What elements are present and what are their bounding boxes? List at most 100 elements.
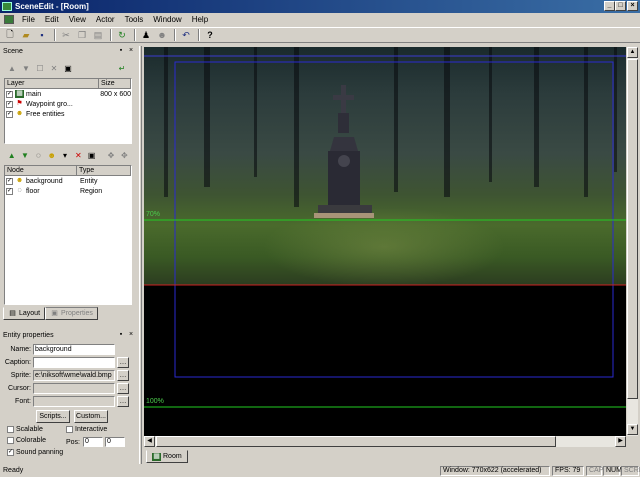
apply-icon[interactable]: ↵ [116,63,128,74]
transform-icon[interactable]: ✥ [105,150,116,161]
pos-x-field[interactable]: 0 [83,437,104,447]
move-up-icon[interactable]: ▲ [6,150,17,161]
sprite-field[interactable]: e:\niksoft\wme\wald.bmp [33,370,115,381]
colorable-option[interactable]: Colorable [7,437,46,444]
caption-field[interactable] [33,357,115,368]
menu-file[interactable]: File [17,13,40,26]
gravestone[interactable] [314,85,374,218]
menu-window[interactable]: Window [148,13,186,26]
tab-room[interactable]: ▦ Room [146,450,188,463]
size-column-header[interactable]: Size [99,79,131,88]
interactive-checkbox[interactable] [66,426,73,433]
scroll-left-button[interactable]: ◀ [144,436,155,447]
custom-button[interactable]: Custom... [74,410,108,423]
visibility-checkbox[interactable]: ✓ [6,110,13,118]
name-field[interactable]: background [33,344,115,355]
pos-label: Pos: [66,438,81,446]
font-field[interactable] [33,396,115,407]
layer-column-header[interactable]: Layer [5,79,99,88]
cursor-field[interactable] [33,383,115,394]
panel-splitter[interactable] [139,46,142,464]
scalable-option[interactable]: Scalable [7,426,43,433]
copy-icon[interactable]: ❐ [75,29,89,42]
toolbar-separator [134,29,136,41]
node-column-header[interactable]: Node [5,166,77,175]
horizontal-scrollbar[interactable]: ◀ ▶ [144,436,626,447]
menu-actor[interactable]: Actor [91,13,120,26]
open-folder-icon[interactable]: ▰ [19,29,33,42]
panel-pin-icon[interactable]: ▪ [117,47,125,55]
minimize-button[interactable]: _ [604,1,615,11]
dropdown-icon[interactable]: ▾ [59,150,70,161]
layer-name: Free entities [26,110,65,118]
layer-list[interactable]: Layer Size ✓ ▦ main 800 x 600 ✓ ⚑ Waypoint g… [4,78,132,144]
colorable-checkbox[interactable] [7,437,14,444]
font-browse-button[interactable]: … [117,396,129,407]
help-icon[interactable]: ? [203,29,217,42]
menu-tools[interactable]: Tools [120,13,149,26]
menu-help[interactable]: Help [187,13,213,26]
pos-y-field[interactable]: 0 [105,437,126,447]
save-icon[interactable]: ▪ [35,29,49,42]
add-layer-icon[interactable]: ☐ [34,63,46,74]
menu-edit[interactable]: Edit [40,13,64,26]
close-button[interactable]: × [627,1,638,11]
node-row[interactable]: ✓ ◌ floor Region [5,186,131,196]
layer-list-header: Layer Size [5,79,131,89]
layer-row[interactable]: ✓ ⚑ Waypoint gro... [5,99,131,109]
visibility-checkbox[interactable]: ✓ [6,100,13,108]
cursor-browse-button[interactable]: … [117,383,129,394]
sprite-browse-button[interactable]: … [117,370,129,381]
panel-pin-icon[interactable]: ▪ [117,331,125,339]
add-region-icon[interactable]: ◌ [33,150,44,161]
scalable-checkbox[interactable] [7,426,14,433]
node-row[interactable]: ✓ ☻ background Entity [5,176,131,186]
move-down-icon[interactable]: ▼ [20,63,32,74]
visibility-checkbox[interactable]: ✓ [6,187,13,195]
scene-viewport[interactable]: 70% 100% [144,47,626,436]
sound-panning-checkbox[interactable]: ✓ [7,449,14,456]
cut-icon[interactable]: ✂ [59,29,73,42]
paste-icon[interactable]: ▤ [91,29,105,42]
layer-properties-icon[interactable]: ▣ [62,63,74,74]
fps-counter: FPS: 79 [552,466,584,476]
move-up-icon[interactable]: ▲ [6,63,18,74]
visibility-checkbox[interactable]: ✓ [6,177,13,185]
delete-node-icon[interactable]: ✕ [73,150,84,161]
sound-panning-option[interactable]: ✓ Sound panning [7,449,63,456]
title-bar[interactable]: SceneEdit - [Room] _ □ × [0,0,640,13]
caption-browse-button[interactable]: … [117,357,129,368]
scale-70-label: 70% [146,211,161,218]
add-entity-icon[interactable]: ☻ [46,150,57,161]
delete-layer-icon[interactable]: ✕ [48,63,60,74]
tab-layout[interactable]: ▤ Layout [3,307,46,320]
node-properties-icon[interactable]: ▣ [86,150,97,161]
scroll-right-button[interactable]: ▶ [615,436,626,447]
cursor-label: Cursor: [8,385,31,392]
vertical-scroll-thumb[interactable] [627,59,638,399]
menu-view[interactable]: View [64,13,91,26]
move-down-icon[interactable]: ▼ [19,150,30,161]
scripts-button[interactable]: Scripts... [36,410,70,423]
layer-row[interactable]: ✓ ☻ Free entities [5,109,131,119]
undo-icon[interactable]: ↶ [179,29,193,42]
maximize-button[interactable]: □ [615,1,626,11]
vertical-scrollbar[interactable]: ▲ ▼ [626,47,638,436]
transform-alt-icon[interactable]: ✥ [119,150,130,161]
visibility-checkbox[interactable]: ✓ [6,90,13,98]
panel-close-icon[interactable]: × [127,47,135,55]
interactive-option[interactable]: Interactive [66,426,107,433]
scroll-down-button[interactable]: ▼ [627,424,638,435]
horizontal-scroll-thumb[interactable] [156,436,556,447]
scroll-up-button[interactable]: ▲ [627,47,638,58]
new-file-icon[interactable]: 🗋 [3,29,17,42]
panel-close-icon[interactable]: × [127,331,135,339]
actor-icon[interactable]: ♟ [139,29,153,42]
entity-icon[interactable]: ☻ [155,29,169,42]
refresh-icon[interactable]: ↻ [115,29,129,42]
type-column-header[interactable]: Type [77,166,131,175]
document-icon[interactable] [4,15,14,24]
node-list[interactable]: Node Type ✓ ☻ background Entity ✓ ◌ floor Re… [4,165,132,305]
tab-properties[interactable]: ▣ Properties [45,307,98,320]
layer-row[interactable]: ✓ ▦ main 800 x 600 [5,89,131,99]
